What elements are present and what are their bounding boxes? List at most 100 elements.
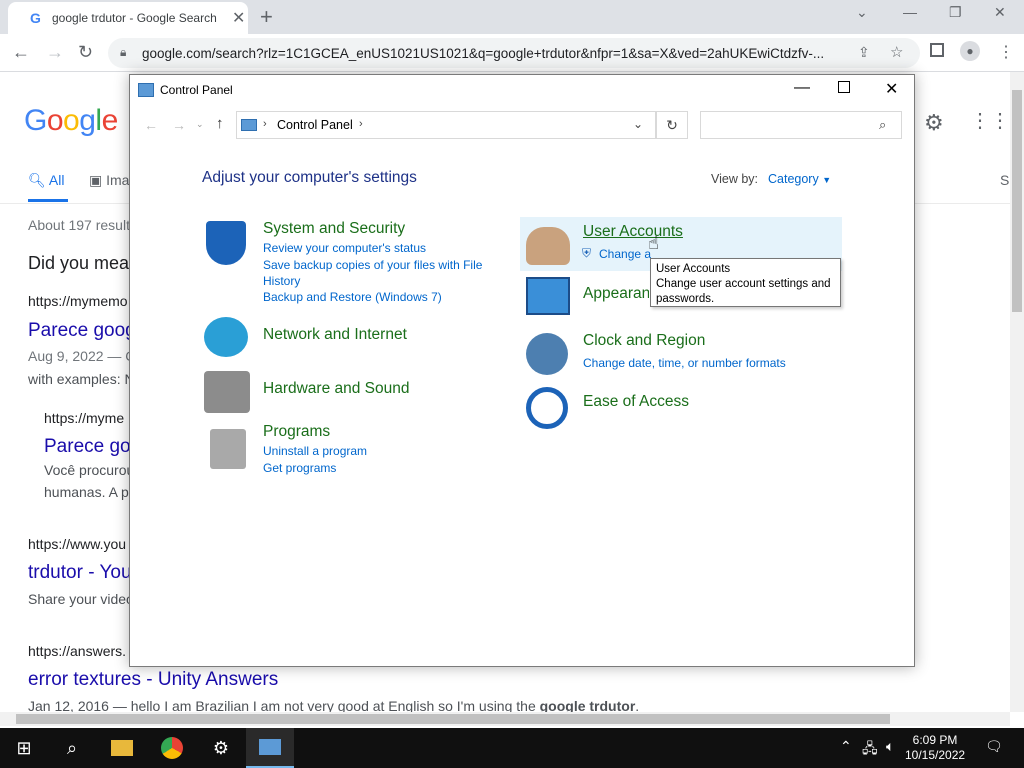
control-panel-window: Control Panel — ✕ ← → ⌄ ↑ › Control Pane… [129,74,915,667]
control-panel-taskbar-icon[interactable] [246,728,294,768]
google-logo[interactable]: Google [24,104,118,138]
tooltip-title: User Accounts [656,263,731,275]
minimize-icon[interactable]: — [794,79,810,97]
network-and-internet-link[interactable]: Network and Internet [263,326,407,344]
result-snippet: humanas. A p [44,484,129,500]
browser-tab[interactable]: G google trdutor - Google Search ✕ [8,2,248,34]
result-title-link[interactable]: error textures - Unity Answers [28,669,278,691]
hardware-sound-icon[interactable] [204,371,250,413]
close-tab-icon[interactable]: ✕ [232,8,245,28]
window-title: Control Panel [160,83,233,97]
chevron-down-icon[interactable]: ⌄ [633,117,643,131]
shield-icon: ⛨ [582,246,592,260]
clock-region-icon[interactable] [526,333,568,375]
volume-icon[interactable]: 🔈︎ [886,738,894,755]
clock-and-region-link[interactable]: Clock and Region [583,332,705,350]
programs-link[interactable]: Programs [263,423,330,441]
result-url[interactable]: https://www.you [28,536,126,552]
review-status-link[interactable]: Review your computer's status [263,240,426,256]
result-snippet: with examples: N [28,371,135,387]
menu-icon[interactable]: ⋮ [998,42,1014,62]
up-icon[interactable]: ↑ [216,115,224,132]
google-tab-images[interactable]: ▣ Ima [89,172,129,189]
star-icon[interactable]: ☆ [890,43,903,61]
tray-chevron-up-icon[interactable]: ⌃ [840,738,852,755]
search-icon[interactable]: ⌕ [48,728,96,768]
restore-icon[interactable]: ❐ [949,4,962,21]
backup-restore-link[interactable]: Backup and Restore (Windows 7) [263,289,442,305]
file-history-link[interactable]: Save backup copies of your files with Fi… [263,257,493,289]
refresh-icon[interactable]: ↻ [656,111,688,139]
tab-images-label: Ima [106,172,130,188]
chrome-icon[interactable] [148,728,196,768]
clock-date: 10/15/2022 [905,748,966,762]
result-title-link[interactable]: Parece go [44,436,131,458]
tab-more-label: S [1000,172,1010,188]
system-clock[interactable]: 6:09 PM 10/15/2022 [905,733,965,763]
view-by-label: View by: [711,172,759,186]
google-tab-all[interactable]: 🔍︎ All [28,172,64,189]
network-internet-icon[interactable] [204,317,248,357]
view-by-dropdown[interactable]: Category ▼ [768,172,831,186]
result-title-link[interactable]: trdutor - You [28,562,132,584]
close-icon[interactable]: ✕ [885,79,898,99]
result-url[interactable]: https://answers. [28,643,126,659]
taskbar: ⊞ ⌕ ⚙ ⌃ 🖧︎ 🔈︎ 6:09 PM 10/15/2022 🗨︎ [0,728,1024,768]
ease-of-access-link[interactable]: Ease of Access [583,393,689,411]
breadcrumb-chevron-icon[interactable]: › [263,118,267,130]
get-programs-link[interactable]: Get programs [263,460,336,476]
result-title-link[interactable]: Parece goog [28,320,136,342]
appearance-link[interactable]: Appearance and Personalization [583,285,649,303]
active-tab-indicator [28,199,68,202]
programs-icon[interactable] [210,429,246,469]
notifications-icon[interactable]: 🗨︎ [985,738,1003,755]
system-security-icon[interactable] [206,221,246,265]
user-accounts-link[interactable]: User Accounts [583,223,683,241]
search-input[interactable]: ⌕ [700,111,902,139]
recent-locations-icon[interactable]: ⌄ [196,119,204,130]
url-text[interactable]: google.com/search?rlz=1C1GCEA_enUS1021US… [142,46,842,61]
sidepanel-icon[interactable] [930,43,944,57]
new-tab-icon[interactable]: + [260,4,273,30]
close-window-icon[interactable]: ✕ [994,4,1006,21]
vertical-scroll-thumb[interactable] [1012,90,1022,312]
result-url[interactable]: https://myme [44,410,124,426]
tooltip-body: Change user account settings and passwor… [656,278,831,305]
system-and-security-link[interactable]: System and Security [263,220,405,238]
result-url[interactable]: https://mymemo [28,293,128,309]
ease-of-access-icon[interactable] [526,387,568,429]
forward-icon[interactable]: → [172,117,186,133]
back-icon[interactable]: ← [144,117,158,133]
maximize-icon[interactable] [838,81,850,93]
reload-icon[interactable]: ↻ [78,42,93,63]
change-date-link[interactable]: Change date, time, or number formats [583,355,786,371]
network-icon[interactable]: 🖧︎ [862,738,878,762]
user-accounts-icon[interactable] [526,227,570,265]
address-bar[interactable]: 🔒︎ google.com/search?rlz=1C1GCEA_enUS102… [108,38,920,68]
result-snippet: Aug 9, 2022 — C [28,348,136,364]
hardware-and-sound-link[interactable]: Hardware and Sound [263,380,410,398]
appearance-icon[interactable] [526,277,570,315]
file-explorer-icon[interactable] [98,728,146,768]
horizontal-scroll-thumb[interactable] [16,714,890,724]
profile-icon[interactable]: ● [960,41,980,61]
clock-time: 6:09 PM [912,733,958,747]
settings-gear-icon[interactable]: ⚙ [197,728,245,768]
minimize-icon[interactable]: — [903,4,917,20]
result-snippet: Share your video [28,591,134,607]
share-icon[interactable]: ⇪ [858,44,870,61]
address-bar[interactable]: › Control Panel › ⌄ [236,111,656,139]
windows-start-icon[interactable]: ⊞ [0,728,48,768]
back-icon[interactable]: ← [12,42,30,63]
result-snippet: Você procurou [44,462,135,478]
forward-icon[interactable]: → [46,42,64,63]
change-account-type-link[interactable]: Change account type [599,246,651,262]
breadcrumb-chevron-icon[interactable]: › [359,118,363,130]
uninstall-program-link[interactable]: Uninstall a program [263,443,367,459]
chevron-down-icon[interactable]: ⌄ [856,4,868,21]
settings-gear-icon[interactable]: ⚙ [924,110,944,136]
chevron-down-icon: ▼ [822,175,832,185]
google-tab-more[interactable]: S [1000,172,1009,188]
lock-icon[interactable]: 🔒︎ [120,45,126,60]
breadcrumb-control-panel[interactable]: Control Panel [277,118,353,132]
